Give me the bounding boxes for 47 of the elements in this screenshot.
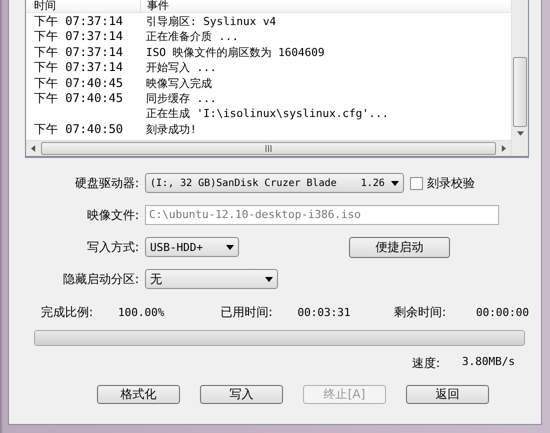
checkbox-label: 刻录校验 <box>427 174 475 192</box>
column-header[interactable]: 事件 <box>141 0 169 12</box>
stat-label: 剩余时间: <box>394 304 446 320</box>
log-event: 刻录成功! <box>145 122 197 138</box>
log-time: 下午 07:37:14 <box>33 14 124 30</box>
scroll-right-icon[interactable] <box>501 145 506 152</box>
dropdown-arrow-icon <box>226 244 234 250</box>
stat-value: 00:03:31 <box>296 306 352 318</box>
log-event: 映像写入完成 <box>145 76 212 91</box>
vertical-scrollbar[interactable] <box>511 0 528 156</box>
drive-dropdown[interactable]: (I:, 32 GB)SanDisk Cruzer Blade 1.26 <box>145 173 404 193</box>
scroll-left-icon[interactable] <box>31 145 36 152</box>
field-label: 隐藏启动分区: <box>62 270 140 288</box>
log-event: ISO 映像文件的扇区数为 1604609 <box>145 44 324 60</box>
log-time: 下午 07:37:14 <box>33 29 124 45</box>
hidden-partition-dropdown[interactable]: 无 <box>145 269 278 289</box>
stat-value: 100.00% <box>117 306 166 318</box>
log-event: 正在准备介质 ... <box>145 29 238 45</box>
log-event: 引导扇区: Syslinux v4 <box>145 14 276 30</box>
verify-checkbox[interactable] <box>410 176 423 190</box>
action-button[interactable]: 返回 <box>406 385 489 404</box>
log-time: 下午 07:37:14 <box>33 60 124 76</box>
log-time: 下午 07:40:50 <box>33 122 124 138</box>
dropdown-arrow-icon <box>391 180 399 186</box>
column-header[interactable]: 时间 <box>26 0 141 12</box>
grip-icon <box>265 145 272 152</box>
log-event: 同步缓存 ... <box>145 90 216 106</box>
dropdown-arrow-icon <box>265 276 273 282</box>
stat-label: 完成比例: <box>41 304 94 320</box>
scroll-down-icon[interactable] <box>516 131 524 136</box>
speed-label: 速度: <box>412 355 440 372</box>
log-time: 下午 07:40:45 <box>33 90 124 106</box>
field-label: 硬盘驱动器: <box>74 174 140 192</box>
action-button[interactable]: 写入 <box>200 385 283 404</box>
field-label: 写入方式: <box>86 238 140 256</box>
log-event: 正在生成 'I:\isolinux\syslinux.cfg'... <box>145 106 389 122</box>
action-button[interactable]: 格式化 <box>97 385 180 404</box>
quick-boot-button[interactable]: 便捷启动 <box>349 236 450 258</box>
log-time: 下午 07:40:45 <box>33 76 124 91</box>
log-event: 开始写入 ... <box>145 60 216 76</box>
stat-value: 00:00:00 <box>475 306 529 318</box>
horizontal-scrollbar[interactable] <box>26 140 511 156</box>
stat-label: 已用时间: <box>220 304 273 320</box>
speed-value: 3.80MB/s <box>462 355 515 370</box>
field-label: 映像文件: <box>86 206 140 224</box>
write-mode-dropdown[interactable]: USB-HDD+ <box>145 237 239 257</box>
log-time: 下午 07:37:14 <box>33 44 124 60</box>
